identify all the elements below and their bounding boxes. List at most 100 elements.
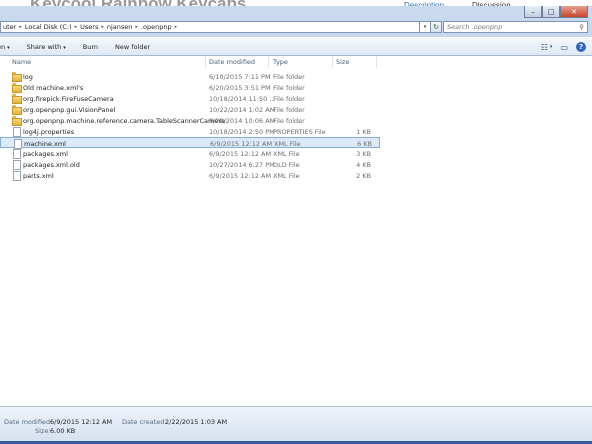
breadcrumb-separator-icon[interactable]: ▸ [135, 24, 138, 30]
folder-row[interactable]: log 6/10/2015 7:11 PM File folder [0, 71, 380, 82]
change-view-icon[interactable]: ☷ [541, 43, 548, 52]
organize-button-label: en [0, 42, 6, 51]
file-type: XML File [273, 150, 300, 158]
file-date-modified: 6/9/2015 12:12 AM [209, 150, 272, 158]
file-date-modified: 9/28/2014 10:06 AM [209, 117, 276, 125]
organize-button[interactable]: en▾ [0, 43, 10, 51]
column-header-size[interactable]: Size [336, 58, 349, 66]
address-bar[interactable]: uter ▸ Local Disk (C:) ▸ Users ▸ njansen… [0, 21, 420, 33]
address-history-dropdown-icon[interactable]: ▾ [420, 21, 431, 33]
search-input[interactable]: Search .openpnp ⚲ [443, 21, 588, 33]
folder-icon [12, 83, 22, 93]
file-date-modified: 10/22/2014 1:02 AM [209, 106, 276, 114]
maximize-button[interactable]: □ [542, 6, 560, 18]
close-button[interactable]: ✕ [560, 6, 588, 18]
command-toolbar: en▾ Share with▾ Burn New folder ☷ ▾ ▭ ? [0, 37, 592, 56]
column-header-name[interactable]: Name [12, 58, 31, 66]
document-icon [12, 127, 21, 137]
file-type: File folder [273, 73, 305, 81]
file-date-modified: 6/10/2015 7:11 PM [209, 73, 271, 81]
burn-button[interactable]: Burn [83, 43, 98, 51]
file-name: log4j.properties [23, 128, 75, 136]
detail-size-label: Size: [35, 427, 51, 435]
share-with-dropdown-icon: ▾ [63, 44, 66, 51]
share-with-label: Share with [26, 42, 62, 51]
file-date-modified: 10/27/2014 6:27 PM [209, 161, 275, 169]
file-name: org.firepick.FireFuseCamera [23, 95, 114, 103]
file-type: File folder [273, 106, 305, 114]
toolbar-right-controls: ☷ ▾ ▭ ? [533, 42, 586, 52]
share-with-button[interactable]: Share with ▾ [27, 43, 66, 51]
file-date-modified: 6/9/2015 12:12 AM [209, 172, 272, 180]
folder-row[interactable]: org.openpnp.machine.reference.camera.Tab… [0, 115, 380, 126]
column-divider[interactable] [332, 56, 333, 68]
file-name: Old machine.xml's [23, 84, 84, 92]
document-icon [12, 149, 21, 159]
breadcrumb-local-disk[interactable]: Local Disk (C:) [25, 23, 72, 31]
file-name: org.openpnp.gui.VisionPanel [23, 106, 116, 114]
file-name: machine.xml [24, 140, 66, 148]
breadcrumb-openpnp[interactable]: .openpnp [141, 23, 172, 31]
detail-date-created-label: Date created: [122, 418, 167, 426]
file-row[interactable]: parts.xml 6/9/2015 12:12 AM XML File 2 KB [0, 170, 380, 181]
document-icon [12, 171, 21, 181]
file-row[interactable]: log4j.properties 10/18/2014 2:50 PM PROPER… [0, 126, 380, 137]
folder-row[interactable]: Old machine.xml's 6/20/2015 3:51 PM File f… [0, 82, 380, 93]
file-size: 4 KB [356, 161, 371, 169]
column-header-date-modified[interactable]: Date modified [209, 58, 255, 66]
file-list-pane: Name Date modified Type Size log 6/10/201… [0, 56, 592, 406]
breadcrumb-separator-icon[interactable]: ▸ [19, 24, 22, 30]
window-caption-buttons: – □ ✕ [524, 6, 588, 18]
help-icon[interactable]: ? [576, 42, 586, 52]
breadcrumb-separator-icon[interactable]: ▸ [101, 24, 104, 30]
column-header-type[interactable]: Type [273, 58, 288, 66]
organize-dropdown-icon: ▾ [7, 44, 10, 51]
file-row[interactable]: packages.xml.old 10/27/2014 6:27 PM OLD Fi… [0, 159, 380, 170]
file-date-modified: 10/18/2014 2:50 PM [209, 128, 275, 136]
folder-icon [12, 94, 22, 104]
preview-pane-icon[interactable]: ▭ [560, 43, 568, 52]
file-name: log [23, 73, 33, 81]
file-date-modified: 10/18/2014 11:50 ... [209, 95, 276, 103]
file-date-modified: 6/9/2015 12:12 AM [210, 140, 273, 148]
breadcrumb-users[interactable]: Users [80, 23, 98, 31]
view-dropdown-icon[interactable]: ▾ [550, 44, 553, 50]
column-divider[interactable] [268, 56, 269, 68]
file-type: PROPERTIES File [273, 128, 326, 136]
column-headers: Name Date modified Type Size [0, 56, 592, 68]
detail-date-created-value: 2/22/2015 1:03 AM [165, 418, 228, 426]
file-type: XML File [273, 172, 300, 180]
breadcrumb-njansen[interactable]: njansen [107, 23, 133, 31]
breadcrumb-separator-icon[interactable]: ▸ [75, 24, 78, 30]
file-size: 3 KB [356, 150, 371, 158]
file-row[interactable]: packages.xml 6/9/2015 12:12 AM XML File 3 K… [0, 148, 380, 159]
folder-icon [12, 105, 22, 115]
document-icon [12, 160, 21, 170]
folder-row[interactable]: org.firepick.FireFuseCamera 10/18/2014 11… [0, 93, 380, 104]
file-type: XML File [274, 140, 301, 148]
file-name: packages.xml.old [23, 161, 80, 169]
file-name: parts.xml [23, 172, 54, 180]
column-divider[interactable] [205, 56, 206, 68]
minimize-button[interactable]: – [524, 6, 542, 18]
file-date-modified: 6/20/2015 3:51 PM [209, 84, 271, 92]
folder-row[interactable]: org.openpnp.gui.VisionPanel 10/22/2014 1:… [0, 104, 380, 115]
file-name: org.openpnp.machine.reference.camera.Tab… [23, 117, 226, 125]
address-row: uter ▸ Local Disk (C:) ▸ Users ▸ njansen… [0, 20, 592, 34]
refresh-icon[interactable]: ↻ [431, 21, 442, 33]
folder-icon [12, 72, 22, 82]
breadcrumb-separator-icon[interactable]: ▸ [175, 24, 178, 30]
file-size: 1 KB [356, 128, 371, 136]
file-row[interactable]: machine.xml 6/9/2015 12:12 AM XML File 6 KB [0, 137, 380, 149]
file-name: packages.xml [23, 150, 68, 158]
file-type: File folder [273, 95, 305, 103]
details-pane: Date modified: 6/9/2015 12:12 AM Date cr… [0, 406, 592, 444]
search-placeholder: Search .openpnp [447, 23, 503, 31]
detail-size-value: 6.00 KB [50, 427, 76, 435]
new-folder-button[interactable]: New folder [115, 43, 150, 51]
folder-icon [12, 116, 22, 126]
file-type: File folder [273, 117, 305, 125]
column-divider[interactable] [376, 56, 377, 68]
search-icon: ⚲ [579, 23, 584, 31]
breadcrumb-computer[interactable]: uter [3, 23, 16, 31]
